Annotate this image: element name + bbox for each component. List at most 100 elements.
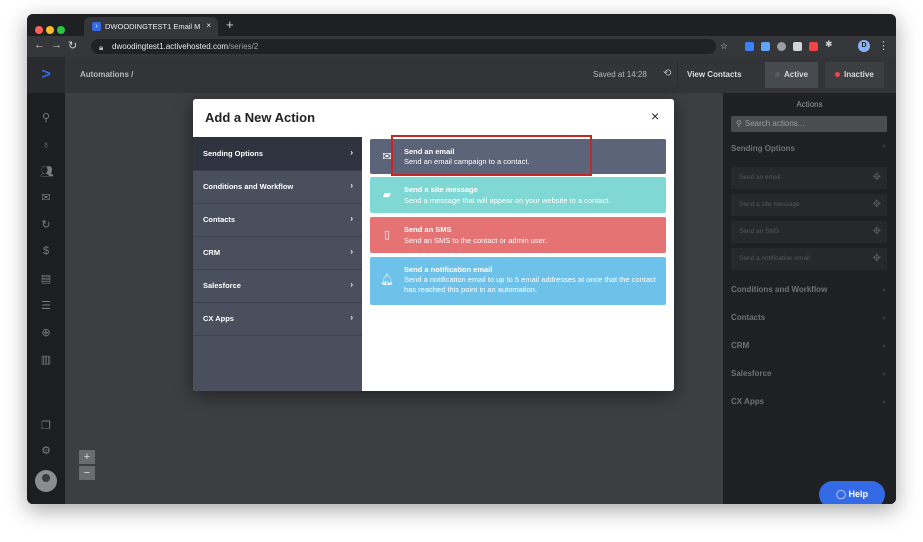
section-label: Conditions and Workflow xyxy=(731,285,828,294)
extension-icon[interactable] xyxy=(761,42,770,51)
zoom-out-button[interactable]: − xyxy=(79,466,95,480)
browser-tab[interactable]: › DWOODINGTEST1 Email Market × xyxy=(84,17,218,36)
section-conditions-workflow[interactable]: Conditions and Workflow ⌄ xyxy=(731,285,887,294)
lists-icon[interactable]: ☰ xyxy=(40,299,52,312)
back-arrow-icon[interactable]: ← xyxy=(34,39,45,51)
minimize-window-button[interactable] xyxy=(46,26,54,34)
website-icon[interactable]: ⊕ xyxy=(40,326,52,339)
extension-icon[interactable] xyxy=(809,42,818,51)
section-salesforce[interactable]: Salesforce ⌄ xyxy=(731,369,887,378)
category-label: Sending Options xyxy=(203,149,263,158)
action-description: Send an SMS to the contact or admin user… xyxy=(404,236,547,245)
deals-icon[interactable]: $ xyxy=(40,245,52,257)
search-icon[interactable]: ⚲ xyxy=(40,111,52,124)
category-salesforce[interactable]: Salesforce › xyxy=(193,269,362,303)
saved-status: Saved at 14:28 xyxy=(593,70,647,79)
action-send-notification-email[interactable]: 🔔︎ Send a notification email Send a noti… xyxy=(370,257,666,305)
close-icon[interactable]: × xyxy=(651,108,659,124)
close-window-button[interactable] xyxy=(35,26,43,34)
search-icon: ⚲ xyxy=(736,119,742,128)
panel-item-label: Send a notification email xyxy=(739,255,810,262)
url-text: dwoodingtest1.activehosted.com/series/2 xyxy=(112,39,258,54)
drag-handle-icon[interactable]: ✥ xyxy=(873,167,881,189)
chevron-right-icon: › xyxy=(350,181,353,190)
email-icon[interactable]: ✉ xyxy=(40,191,52,204)
activecampaign-logo-icon[interactable]: > xyxy=(27,57,65,93)
panel-item-send-email[interactable]: Send an email ✥ xyxy=(731,167,887,189)
category-crm[interactable]: CRM › xyxy=(193,236,362,270)
tab-close-icon[interactable]: × xyxy=(206,21,211,30)
extension-icon[interactable] xyxy=(793,42,802,51)
inactive-toggle[interactable]: Inactive xyxy=(825,62,884,88)
action-send-site-message[interactable]: ▰ Send a site message Send a message tha… xyxy=(370,177,666,213)
activecampaign-favicon-icon: › xyxy=(92,22,101,31)
bookmark-star-icon[interactable]: ☆ xyxy=(720,39,728,54)
profile-avatar[interactable]: D xyxy=(858,40,870,52)
category-list: Sending Options › Conditions and Workflow… xyxy=(193,137,362,391)
breadcrumb[interactable]: Automations / xyxy=(80,70,133,79)
reload-icon[interactable]: ↻ xyxy=(68,39,77,52)
section-contacts[interactable]: Contacts ⌄ xyxy=(731,313,887,322)
tab-bar: › DWOODINGTEST1 Email Market × + xyxy=(27,14,896,36)
actions-panel-title: Actions xyxy=(796,100,823,109)
url-path: /series/2 xyxy=(228,42,259,51)
category-sending-options[interactable]: Sending Options › xyxy=(193,137,362,171)
search-actions-input[interactable]: ⚲ Search actions... xyxy=(731,116,887,132)
modal-title: Add a New Action xyxy=(205,110,316,125)
contacts-icon[interactable]: 👥︎ xyxy=(40,165,54,178)
extension-icon[interactable] xyxy=(777,42,786,51)
panel-item-send-sms[interactable]: Send an SMS ✥ xyxy=(731,221,887,243)
section-sending-options[interactable]: Sending Options ⌃ xyxy=(731,144,887,153)
category-label: CRM xyxy=(203,248,221,257)
apps-icon[interactable]: ❐ xyxy=(40,419,52,432)
settings-gear-icon[interactable]: ⚙ xyxy=(40,444,52,457)
section-label: CRM xyxy=(731,341,750,350)
section-label: Sending Options xyxy=(731,144,795,153)
address-bar[interactable]: 🔒︎ dwoodingtest1.activehosted.com/series… xyxy=(91,39,728,54)
browser-menu-icon[interactable]: ⋮ xyxy=(878,39,889,52)
forward-arrow-icon[interactable]: → xyxy=(51,39,62,51)
reports-icon[interactable]: ▥ xyxy=(40,353,52,366)
conversations-icon[interactable]: ▤ xyxy=(40,272,52,285)
action-send-sms[interactable]: ▯ Send an SMS Send an SMS to the contact… xyxy=(370,217,666,253)
new-tab-button[interactable]: + xyxy=(226,17,234,32)
active-toggle[interactable]: Active xyxy=(765,62,819,88)
chevron-right-icon: › xyxy=(350,280,353,289)
chevron-down-icon: ⌄ xyxy=(881,314,887,321)
action-description: Send a message that will appear on your … xyxy=(404,196,611,205)
chevron-down-icon: ⌄ xyxy=(881,370,887,377)
highlight-box xyxy=(391,135,592,176)
drag-handle-icon[interactable]: ✥ xyxy=(873,221,881,243)
lightbulb-icon[interactable]: ♁ xyxy=(40,139,52,151)
view-contacts-button[interactable]: View Contacts xyxy=(677,62,751,88)
chevron-down-icon: ⌄ xyxy=(881,398,887,405)
panel-item-send-site-message[interactable]: Send a site message ✥ xyxy=(731,194,887,216)
chat-bubble-icon: ▰ xyxy=(382,189,392,201)
chevron-right-icon: › xyxy=(350,148,353,157)
chevron-down-icon: ⌄ xyxy=(881,286,887,293)
section-label: CX Apps xyxy=(731,397,765,406)
category-label: Conditions and Workflow xyxy=(203,182,294,191)
category-contacts[interactable]: Contacts › xyxy=(193,203,362,237)
section-cx-apps[interactable]: CX Apps ⌄ xyxy=(731,397,887,406)
help-button[interactable]: ◯ Help xyxy=(819,481,885,504)
panel-item-label: Send an email xyxy=(739,174,781,181)
drag-handle-icon[interactable]: ✥ xyxy=(873,248,881,270)
drag-handle-icon[interactable]: ✥ xyxy=(873,194,881,216)
status-dot-icon xyxy=(835,72,840,77)
user-avatar[interactable] xyxy=(35,470,57,492)
history-icon[interactable]: ⟲ xyxy=(663,68,671,79)
section-crm[interactable]: CRM ⌄ xyxy=(731,341,887,350)
category-conditions-workflow[interactable]: Conditions and Workflow › xyxy=(193,170,362,204)
active-label: Active xyxy=(784,70,809,79)
puzzle-extensions-icon[interactable]: ✱ xyxy=(825,39,834,49)
automations-icon[interactable]: ↻ xyxy=(40,218,52,231)
zoom-in-button[interactable]: + xyxy=(79,450,95,464)
chevron-right-icon: › xyxy=(350,247,353,256)
panel-item-send-notification[interactable]: Send a notification email ✥ xyxy=(731,248,887,270)
chevron-right-icon: › xyxy=(350,313,353,322)
maximize-window-button[interactable] xyxy=(57,26,65,34)
category-cx-apps[interactable]: CX Apps › xyxy=(193,302,362,336)
app-sidebar: > ⚲ ♁ 👥︎ ✉ ↻ $ ▤ ☰ ⊕ ▥ ❐ ⚙ xyxy=(27,57,65,504)
extension-icon[interactable] xyxy=(745,42,754,51)
